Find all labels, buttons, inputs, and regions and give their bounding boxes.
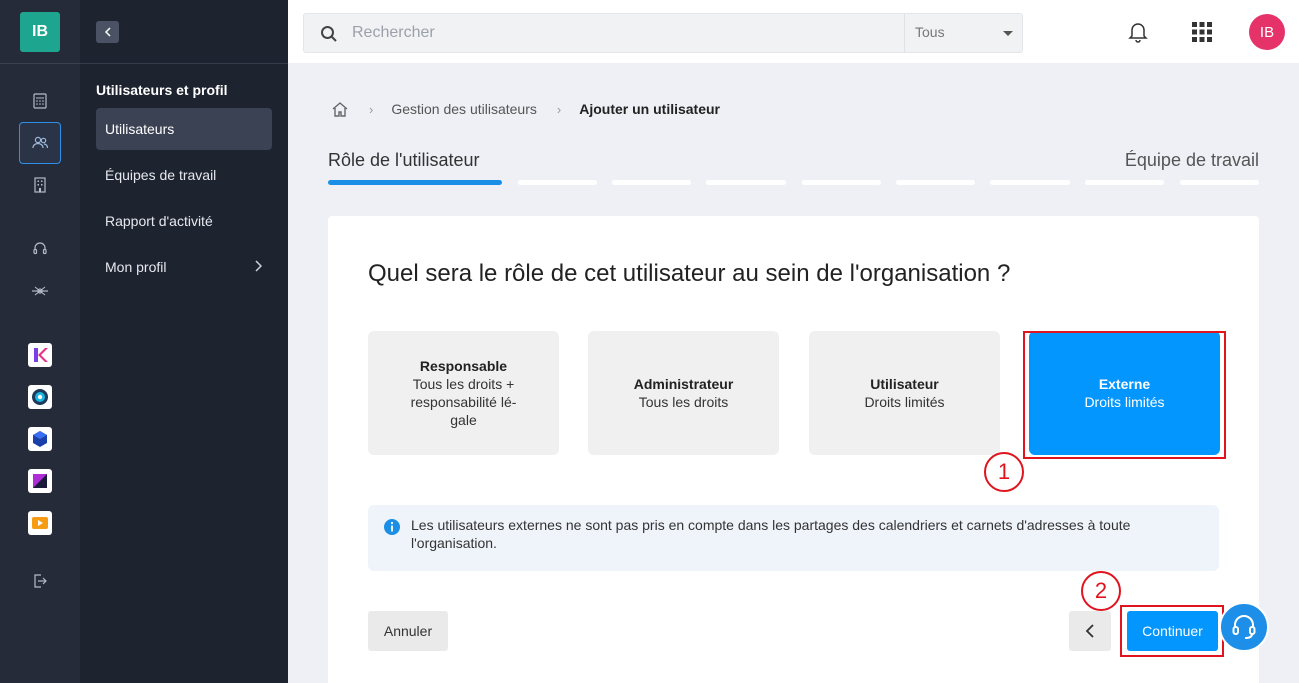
chevron-left-icon bbox=[104, 27, 111, 37]
sidebar-item-label: Équipes de travail bbox=[105, 167, 217, 183]
bell-icon[interactable] bbox=[1128, 21, 1148, 43]
info-notice: Les utilisateurs externes ne sont pas pr… bbox=[368, 505, 1219, 571]
sidebar-item-teams[interactable]: Équipes de travail bbox=[96, 154, 272, 196]
sidebar-title: Utilisateurs et profil bbox=[96, 82, 228, 98]
role-title: Responsable bbox=[419, 358, 508, 374]
sidebar-item-label: Utilisateurs bbox=[105, 121, 175, 137]
calculator-icon[interactable] bbox=[19, 80, 61, 122]
previous-button[interactable] bbox=[1069, 611, 1111, 651]
highlight-box-externe bbox=[1023, 331, 1226, 459]
app-k-icon[interactable] bbox=[28, 343, 52, 367]
cancel-button[interactable]: Annuler bbox=[368, 611, 448, 651]
step-bar-1 bbox=[328, 180, 502, 185]
search-icon bbox=[321, 26, 337, 42]
step-bar-7 bbox=[990, 180, 1070, 185]
chevron-left-icon bbox=[1085, 624, 1094, 638]
sidebar-item-activity-report[interactable]: Rapport d'activité bbox=[96, 200, 272, 242]
page-title: Quel sera le rôle de cet utilisateur au … bbox=[368, 260, 1011, 287]
icon-rail: IB bbox=[0, 0, 80, 683]
app-logo[interactable]: IB bbox=[20, 12, 60, 52]
sidebar-divider bbox=[80, 63, 288, 64]
app-cube-icon[interactable] bbox=[28, 427, 52, 451]
logout-icon[interactable] bbox=[19, 560, 61, 602]
top-bar: Tous IB bbox=[288, 0, 1299, 63]
role-title: Utilisateur bbox=[870, 376, 939, 392]
search-scope-select[interactable]: Tous bbox=[904, 14, 1023, 52]
highlight-box-continue bbox=[1120, 605, 1224, 657]
step-bar-5 bbox=[802, 180, 881, 185]
users-icon[interactable] bbox=[19, 122, 61, 164]
step-bar-6 bbox=[896, 180, 975, 185]
search-scope-value: Tous bbox=[915, 24, 945, 40]
info-text: Les utilisateurs externes ne sont pas pr… bbox=[411, 517, 1131, 551]
app-s-icon[interactable] bbox=[28, 469, 52, 493]
step-bar-2 bbox=[518, 180, 597, 185]
network-icon[interactable] bbox=[19, 270, 61, 312]
building-icon[interactable] bbox=[19, 164, 61, 206]
headset-icon[interactable] bbox=[19, 228, 61, 270]
role-description: Tous les droits bbox=[638, 394, 729, 410]
sidebar-item-label: Mon profil bbox=[105, 259, 167, 275]
step-bar-3 bbox=[612, 180, 691, 185]
breadcrumb-link[interactable]: Gestion des utilisateurs bbox=[391, 101, 537, 117]
sidebar-item-my-profile[interactable]: Mon profil bbox=[96, 246, 272, 288]
headset-icon bbox=[1232, 615, 1256, 639]
search-input[interactable] bbox=[352, 14, 902, 52]
step-current-label: Rôle de l'utilisateur bbox=[328, 150, 480, 170]
breadcrumb-separator: › bbox=[556, 101, 562, 117]
collapse-sidebar-button[interactable] bbox=[96, 21, 119, 43]
annotation-marker-2: 2 bbox=[1081, 571, 1121, 611]
info-icon bbox=[384, 519, 400, 535]
sidebar-item-label: Rapport d'activité bbox=[105, 213, 213, 229]
sidebar-item-users[interactable]: Utilisateurs bbox=[96, 108, 272, 150]
apps-grid-icon[interactable] bbox=[1192, 22, 1212, 42]
step-last-label: Équipe de travail bbox=[1124, 150, 1259, 170]
breadcrumb-current: Ajouter un utilisateur bbox=[579, 101, 721, 117]
user-avatar[interactable]: IB bbox=[1249, 14, 1285, 50]
app-circle-icon[interactable] bbox=[28, 385, 52, 409]
role-option-administrateur[interactable]: Administrateur Tous les droits bbox=[588, 331, 779, 455]
search-bar: Tous bbox=[303, 13, 1023, 53]
sidebar: Utilisateurs et profil Utilisateurs Équi… bbox=[80, 0, 288, 683]
step-bar-9 bbox=[1180, 180, 1259, 185]
rail-divider bbox=[0, 63, 80, 64]
role-description: Droits limités bbox=[864, 394, 945, 410]
role-description: Tous les droits + responsabilité lé-gale bbox=[410, 376, 517, 428]
role-title: Administrateur bbox=[633, 376, 734, 392]
caret-down-icon bbox=[1003, 31, 1013, 36]
breadcrumb: › Gestion des utilisateurs › Ajouter un … bbox=[331, 99, 720, 119]
annotation-marker-1: 1 bbox=[984, 452, 1024, 492]
role-option-responsable[interactable]: Responsable Tous les droits + responsabi… bbox=[368, 331, 559, 455]
step-bar-8 bbox=[1085, 180, 1164, 185]
chevron-right-icon bbox=[255, 260, 262, 272]
breadcrumb-separator: › bbox=[369, 101, 374, 117]
home-icon[interactable] bbox=[331, 101, 349, 118]
step-bar-4 bbox=[706, 180, 786, 185]
app-play-icon[interactable] bbox=[28, 511, 52, 535]
support-chat-button[interactable] bbox=[1219, 602, 1269, 652]
role-option-utilisateur[interactable]: Utilisateur Droits limités bbox=[809, 331, 1000, 455]
